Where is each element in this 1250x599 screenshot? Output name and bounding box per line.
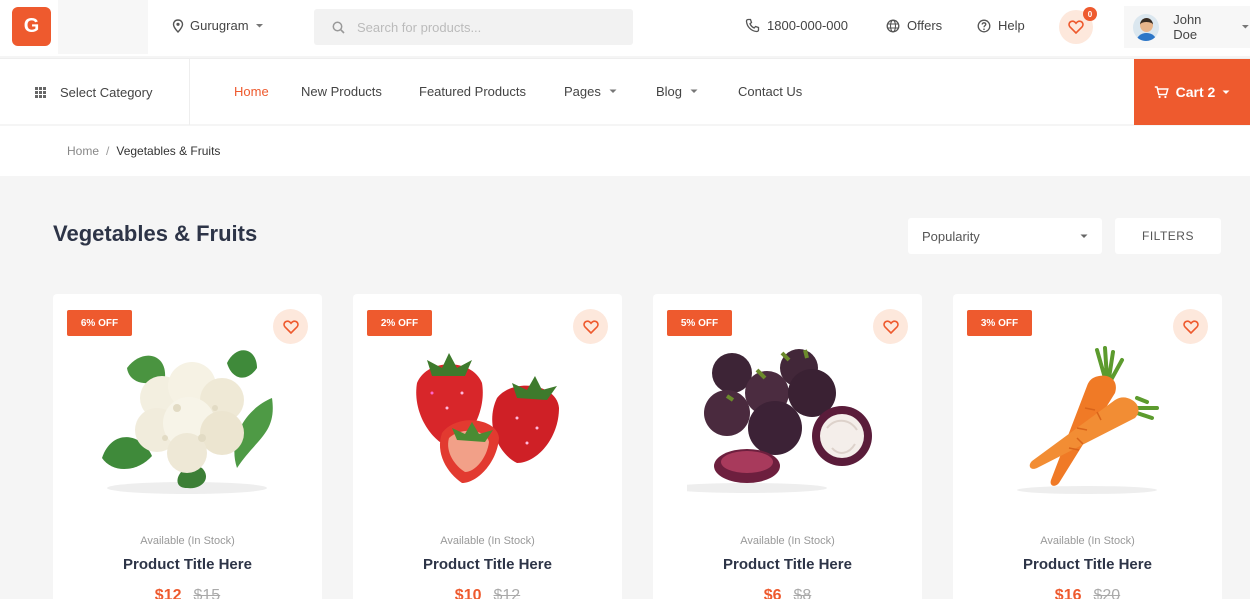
cauliflower-image — [102, 350, 273, 494]
heart-icon — [1068, 20, 1084, 34]
price: $16 — [1054, 587, 1082, 599]
availability-text: Available (In Stock) — [740, 535, 835, 547]
user-menu[interactable]: John Doe — [1124, 6, 1250, 48]
strawberries-image — [416, 353, 559, 483]
breadcrumb: Home / Vegetables & Fruits — [0, 126, 1250, 176]
main-nav: Select Category Home New Products Featur… — [0, 58, 1250, 125]
carrots-image — [1017, 346, 1159, 494]
globe-icon — [886, 19, 900, 32]
search-icon — [332, 21, 345, 34]
product-card[interactable]: 6% OFF Available (In Stock) Product Titl… — [53, 294, 322, 599]
original-price: $20 — [1093, 587, 1121, 599]
nav-blog-label: Blog — [656, 84, 683, 99]
price-row: $16 $20 — [953, 587, 1222, 599]
heart-icon — [882, 319, 899, 334]
cart-label: Cart 2 — [1175, 84, 1216, 100]
original-price: $15 — [193, 587, 221, 599]
cart-button[interactable]: Cart 2 — [1134, 59, 1250, 125]
product-card[interactable]: 3% OFF Available (In Stock) Product Titl… — [953, 294, 1222, 599]
nav-home[interactable]: Home — [234, 84, 269, 99]
heart-icon — [1182, 319, 1199, 334]
category-label: Select Category — [60, 84, 153, 100]
nav-contact-us-label: Contact Us — [738, 84, 803, 99]
nav-new-products-label: New Products — [301, 84, 382, 99]
breadcrumb-current: Vegetables & Fruits — [116, 144, 221, 158]
price: $6 — [763, 587, 782, 599]
nav-home-label: Home — [234, 84, 269, 99]
logo-letter: G — [23, 15, 40, 37]
chevron-down-icon — [1222, 90, 1230, 94]
price-row: $6 $8 — [653, 587, 922, 599]
heart-icon — [282, 319, 299, 334]
chevron-down-icon — [690, 89, 698, 93]
logo-spacer — [58, 0, 148, 54]
product-title[interactable]: Product Title Here — [653, 556, 922, 573]
help-icon — [977, 19, 991, 32]
original-price: $12 — [493, 587, 521, 599]
heart-icon — [582, 319, 599, 334]
product-title[interactable]: Product Title Here — [353, 556, 622, 573]
offers-link[interactable]: Offers — [886, 18, 942, 33]
page-title: Vegetables & Fruits — [53, 221, 258, 246]
breadcrumb-separator: / — [106, 144, 110, 158]
grid-icon — [35, 86, 46, 98]
location-selector[interactable]: Gurugram — [172, 18, 264, 33]
brand-logo[interactable]: G — [12, 7, 51, 46]
avatar — [1133, 13, 1160, 41]
discount-badge: 6% OFF — [67, 310, 132, 336]
nav-blog[interactable]: Blog — [656, 84, 698, 99]
nav-new-products[interactable]: New Products — [301, 84, 382, 99]
search-bar — [314, 9, 633, 45]
category-selector[interactable]: Select Category — [0, 59, 190, 125]
chevron-down-icon — [1242, 25, 1250, 29]
chevron-down-icon — [1080, 234, 1088, 238]
chevron-down-icon — [609, 89, 617, 93]
user-name: John Doe — [1173, 12, 1202, 42]
price-row: $10 $12 — [353, 587, 622, 599]
availability-text: Available (In Stock) — [140, 535, 235, 547]
discount-badge: 2% OFF — [367, 310, 432, 336]
location-label: Gurugram — [190, 18, 249, 33]
price-row: $12 $15 — [53, 587, 322, 599]
location-pin-icon — [172, 18, 184, 33]
phone-link[interactable]: 1800-000-000 — [745, 18, 848, 33]
phone-icon — [745, 18, 760, 33]
nav-pages[interactable]: Pages — [564, 84, 617, 99]
help-label: Help — [998, 18, 1025, 33]
chevron-down-icon — [255, 23, 263, 27]
phone-number: 1800-000-000 — [767, 18, 848, 33]
mangosteen-image — [687, 349, 872, 493]
product-card[interactable]: 5% OFF Available (In Stock) Product Titl… — [653, 294, 922, 599]
filters-label: FILTERS — [1142, 229, 1194, 243]
search-input[interactable] — [357, 19, 617, 35]
filters-button[interactable]: FILTERS — [1115, 218, 1221, 254]
nav-contact-us[interactable]: Contact Us — [738, 84, 802, 99]
product-title[interactable]: Product Title Here — [53, 556, 322, 573]
wishlist-button[interactable]: 0 — [1059, 7, 1097, 44]
top-bar: G Gurugram 1800-000-000 Offers Help 0 Jo… — [0, 0, 1250, 56]
nav-featured-products[interactable]: Featured Products — [419, 84, 526, 99]
price: $12 — [154, 587, 182, 599]
cart-icon — [1154, 85, 1169, 98]
product-title[interactable]: Product Title Here — [953, 556, 1222, 573]
price: $10 — [454, 587, 482, 599]
sort-select[interactable]: Popularity — [908, 218, 1102, 254]
breadcrumb-home[interactable]: Home — [67, 144, 99, 158]
original-price: $8 — [793, 587, 812, 599]
availability-text: Available (In Stock) — [440, 535, 535, 547]
nav-featured-products-label: Featured Products — [419, 84, 526, 99]
discount-badge: 3% OFF — [967, 310, 1032, 336]
nav-pages-label: Pages — [564, 84, 601, 99]
availability-text: Available (In Stock) — [1040, 535, 1135, 547]
discount-badge: 5% OFF — [667, 310, 732, 336]
sort-value: Popularity — [922, 228, 980, 244]
offers-label: Offers — [907, 18, 943, 33]
product-card[interactable]: 2% OFF Available (In Stock) Product Titl… — [353, 294, 622, 599]
wishlist-count-badge: 0 — [1083, 7, 1097, 21]
help-link[interactable]: Help — [977, 18, 1025, 33]
